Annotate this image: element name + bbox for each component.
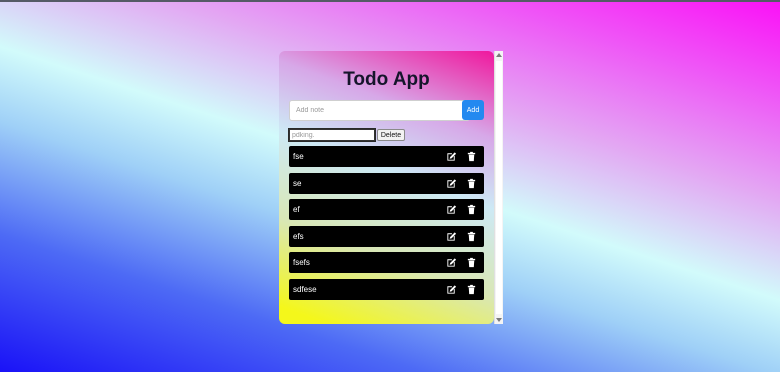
edit-icon[interactable]: [446, 151, 457, 162]
add-note-input[interactable]: [289, 100, 470, 121]
todo-item-text: se: [293, 178, 302, 188]
trash-icon[interactable]: [466, 178, 477, 189]
card-scrollbar[interactable]: [494, 51, 503, 324]
trash-icon[interactable]: [466, 151, 477, 162]
trash-icon[interactable]: [466, 284, 477, 295]
todo-item: sdfese: [289, 278, 484, 300]
todo-item-text: efs: [293, 231, 304, 241]
delete-button[interactable]: Delete: [377, 129, 405, 141]
todo-item-text: fse: [293, 152, 304, 161]
edit-icon[interactable]: [446, 257, 457, 268]
edit-note-input[interactable]: [288, 128, 376, 142]
todo-item-text: sdfese: [293, 284, 317, 294]
window-top-border: [0, 0, 780, 2]
app-title: Todo App: [343, 69, 430, 90]
trash-icon[interactable]: [466, 257, 477, 268]
edit-icon[interactable]: [446, 178, 457, 189]
todo-item-text: ef: [293, 205, 300, 215]
todo-item: ef: [289, 199, 484, 221]
edit-icon[interactable]: [446, 284, 457, 295]
scroll-up-arrow-icon[interactable]: [496, 53, 502, 57]
scrollbar-thumb[interactable]: [496, 61, 502, 314]
todo-item: se: [289, 172, 484, 194]
scroll-down-arrow-icon[interactable]: [496, 318, 502, 322]
edit-icon[interactable]: [446, 204, 457, 215]
todo-item: fse: [289, 146, 484, 167]
todo-item: efs: [289, 225, 484, 247]
edit-icon[interactable]: [446, 231, 457, 242]
todo-item-text: fsefs: [293, 258, 310, 268]
todo-item: fsefs: [289, 252, 484, 274]
todo-list: fse se ef efs fsefs sdfese: [289, 146, 484, 306]
trash-icon[interactable]: [466, 204, 477, 215]
todo-app-card: Todo App Add Delete fse se ef efs fsefs: [279, 51, 494, 324]
trash-icon[interactable]: [466, 231, 477, 242]
add-button[interactable]: Add: [462, 100, 484, 120]
